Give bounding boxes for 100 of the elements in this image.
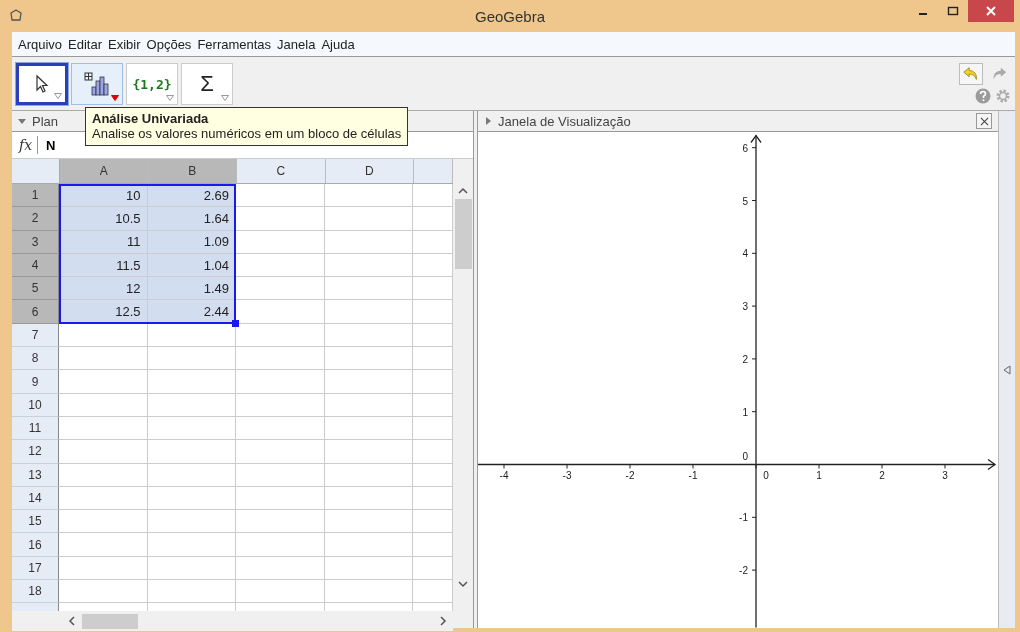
tool-button[interactable] bbox=[16, 63, 68, 105]
row-header[interactable]: 4 bbox=[12, 253, 59, 278]
row-header[interactable]: 14 bbox=[12, 486, 59, 511]
row-header[interactable]: 1 bbox=[12, 184, 59, 208]
table-cell[interactable] bbox=[236, 277, 325, 301]
settings-icon[interactable] bbox=[995, 88, 1011, 104]
tool-button[interactable]: Σ bbox=[181, 63, 233, 105]
table-cell[interactable] bbox=[147, 556, 236, 581]
row-header[interactable]: 7 bbox=[12, 323, 59, 348]
tool-button[interactable] bbox=[71, 63, 123, 105]
table-cell[interactable] bbox=[59, 580, 148, 604]
row-header[interactable]: 17 bbox=[12, 556, 59, 581]
table-cell[interactable] bbox=[236, 486, 325, 511]
table-cell[interactable] bbox=[324, 323, 413, 348]
table-cell[interactable] bbox=[324, 184, 413, 208]
table-cell[interactable] bbox=[236, 510, 325, 534]
table-cell[interactable] bbox=[236, 230, 325, 254]
table-cell[interactable] bbox=[236, 184, 325, 208]
table-cell[interactable] bbox=[59, 463, 148, 487]
row-header[interactable]: 10 bbox=[12, 393, 59, 417]
expand-sidebar-icon[interactable] bbox=[1003, 364, 1012, 375]
table-cell[interactable] bbox=[324, 347, 413, 371]
row-header[interactable]: 12 bbox=[12, 440, 59, 464]
table-cell[interactable] bbox=[59, 347, 148, 371]
table-cell[interactable] bbox=[147, 533, 236, 557]
help-icon[interactable] bbox=[975, 88, 991, 104]
table-cell[interactable] bbox=[324, 510, 413, 534]
table-cell[interactable] bbox=[236, 393, 325, 417]
scroll-up-icon[interactable] bbox=[458, 187, 469, 195]
function-icon[interactable]: fx bbox=[19, 137, 33, 153]
table-cell[interactable] bbox=[59, 393, 148, 417]
row-header[interactable]: 6 bbox=[12, 300, 59, 324]
table-cell[interactable] bbox=[236, 207, 325, 231]
table-cell[interactable] bbox=[59, 510, 148, 534]
table-cell[interactable]: 12 bbox=[59, 277, 148, 301]
table-cell[interactable] bbox=[236, 556, 325, 581]
expand-icon[interactable] bbox=[484, 117, 493, 125]
table-cell[interactable] bbox=[147, 347, 236, 371]
table-cell[interactable] bbox=[324, 393, 413, 417]
row-header[interactable]: 15 bbox=[12, 510, 59, 534]
menu-item[interactable]: Arquivo bbox=[18, 36, 63, 52]
table-cell[interactable] bbox=[147, 510, 236, 534]
table-cell[interactable] bbox=[147, 370, 236, 394]
row-header[interactable]: 2 bbox=[12, 207, 59, 231]
menu-item[interactable]: Ferramentas bbox=[197, 36, 272, 52]
table-cell[interactable] bbox=[147, 393, 236, 417]
table-cell[interactable] bbox=[324, 207, 413, 231]
table-cell[interactable] bbox=[147, 580, 236, 604]
table-cell[interactable] bbox=[324, 440, 413, 464]
table-cell[interactable] bbox=[59, 440, 148, 464]
table-cell[interactable] bbox=[236, 370, 325, 394]
scroll-right-icon[interactable] bbox=[439, 616, 448, 626]
table-cell[interactable]: 1.49 bbox=[147, 277, 236, 301]
menu-item[interactable]: Ajuda bbox=[321, 36, 355, 52]
row-header[interactable]: 11 bbox=[12, 416, 59, 441]
table-cell[interactable]: 10.5 bbox=[59, 207, 148, 231]
menu-item[interactable]: Janela bbox=[277, 36, 316, 52]
table-cell[interactable] bbox=[324, 230, 413, 254]
undo-button[interactable] bbox=[959, 63, 983, 85]
table-cell[interactable] bbox=[236, 533, 325, 557]
table-cell[interactable] bbox=[324, 370, 413, 394]
table-cell[interactable] bbox=[59, 370, 148, 394]
row-header[interactable]: 16 bbox=[12, 533, 59, 557]
row-header[interactable]: 5 bbox=[12, 277, 59, 301]
menu-item[interactable]: Editar bbox=[68, 36, 103, 52]
table-cell[interactable] bbox=[236, 253, 325, 278]
table-cell[interactable] bbox=[59, 556, 148, 581]
table-cell[interactable] bbox=[324, 556, 413, 581]
table-cell[interactable] bbox=[236, 463, 325, 487]
column-header[interactable]: A bbox=[60, 159, 149, 183]
scroll-down-icon[interactable] bbox=[458, 580, 469, 588]
table-cell[interactable] bbox=[147, 440, 236, 464]
column-header[interactable]: B bbox=[148, 159, 237, 183]
table-cell[interactable] bbox=[59, 533, 148, 557]
scrollbar-thumb[interactable] bbox=[454, 199, 472, 269]
table-cell[interactable] bbox=[236, 580, 325, 604]
table-cell[interactable] bbox=[236, 347, 325, 371]
table-cell[interactable] bbox=[324, 416, 413, 441]
table-cell[interactable] bbox=[59, 486, 148, 511]
scrollbar-thumb[interactable] bbox=[82, 613, 138, 629]
table-cell[interactable] bbox=[324, 277, 413, 301]
table-cell[interactable] bbox=[147, 416, 236, 441]
menu-item[interactable]: Opções bbox=[146, 36, 192, 52]
collapse-icon[interactable] bbox=[18, 117, 26, 125]
column-header[interactable]: C bbox=[237, 159, 326, 183]
tool-button[interactable]: {1,2} bbox=[126, 63, 178, 105]
row-header[interactable]: 8 bbox=[12, 347, 59, 371]
close-button[interactable] bbox=[968, 0, 1014, 22]
column-header[interactable]: D bbox=[325, 159, 414, 183]
table-cell[interactable] bbox=[59, 323, 148, 348]
close-button[interactable] bbox=[976, 113, 993, 129]
table-cell[interactable] bbox=[59, 416, 148, 441]
row-header[interactable]: 13 bbox=[12, 463, 59, 487]
menu-item[interactable]: Exibir bbox=[108, 36, 141, 52]
scroll-left-icon[interactable] bbox=[68, 616, 76, 626]
table-cell[interactable] bbox=[324, 463, 413, 487]
table-cell[interactable] bbox=[147, 463, 236, 487]
row-header[interactable]: 9 bbox=[12, 370, 59, 394]
row-header[interactable]: 3 bbox=[12, 230, 59, 254]
table-cell[interactable] bbox=[147, 486, 236, 511]
